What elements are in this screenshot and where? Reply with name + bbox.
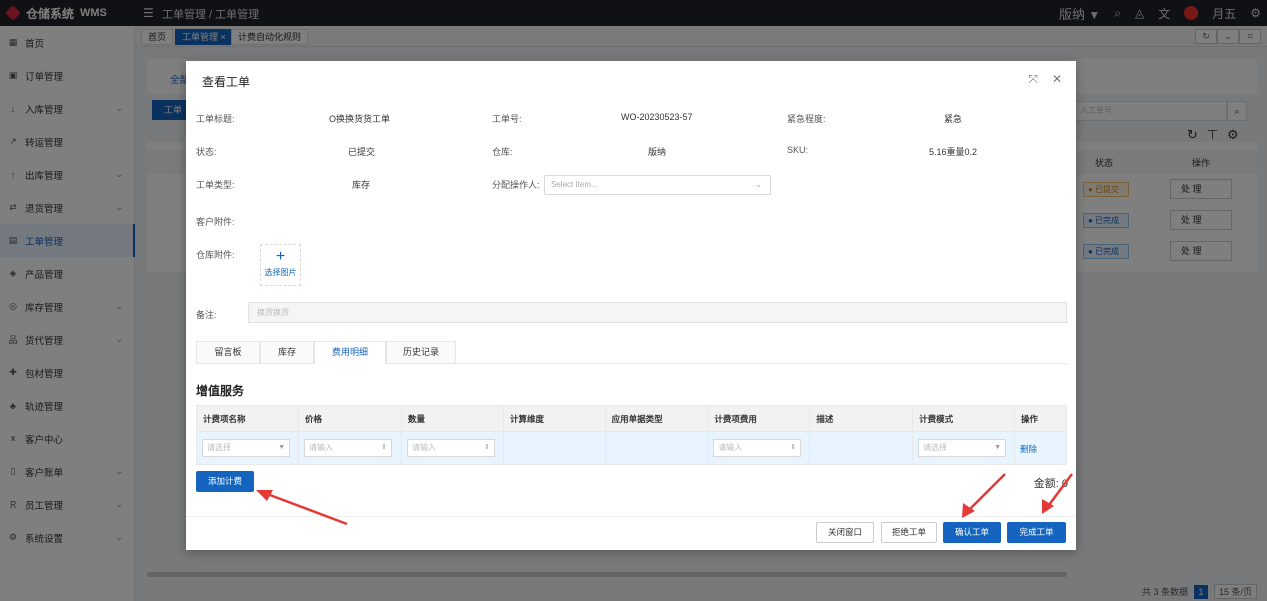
dimension-cell xyxy=(502,431,606,465)
amount-total: 金额: 0 xyxy=(1033,478,1068,490)
value-added-services-title: 增值服务 xyxy=(196,384,245,398)
fee-table-header-cell: 计费项名称 xyxy=(196,405,299,432)
delete-link[interactable]: 删除 xyxy=(1020,444,1037,454)
close-window-button[interactable]: 关闭窗口 xyxy=(816,522,874,543)
table-row: 请选择 ▼ 请输入 ⇕ 请输入 ⇕ 请输入 ⇕ 请选择 ▼ 删除 xyxy=(196,431,1067,465)
fee-table-header-cell: 描述 xyxy=(809,405,914,432)
urgency-value: 紧急 xyxy=(944,114,963,124)
modal-tools: ⤧ ✕ xyxy=(1028,72,1062,87)
complete-workorder-button[interactable]: 完成工单 xyxy=(1007,522,1066,543)
fee-table-header-cell: 操作 xyxy=(1014,405,1067,432)
type-value: 库存 xyxy=(352,180,371,190)
fee-amount-input[interactable]: 请输入 ⇕ xyxy=(713,439,802,457)
type-label: 工单类型: xyxy=(196,180,235,190)
quantity-placeholder: 请输入 xyxy=(411,443,436,452)
description-cell xyxy=(809,431,914,465)
fee-table-header-cell: 价格 xyxy=(297,405,402,432)
quantity-input[interactable]: 请输入 ⇕ xyxy=(406,439,495,457)
stepper-icon: ⇕ xyxy=(790,444,797,451)
image-uploader[interactable]: + 选择图片 xyxy=(260,244,301,286)
stepper-icon: ⇕ xyxy=(484,444,490,451)
remark-label: 备注: xyxy=(196,310,217,320)
billing-mode-select[interactable]: 请选择 ▼ xyxy=(918,439,1007,457)
warehouse-attachment-label: 仓库附件: xyxy=(196,250,235,260)
assignee-placeholder: Select Item... xyxy=(551,180,598,189)
maximize-icon[interactable]: ⤧ xyxy=(1028,72,1038,87)
price-input[interactable]: 请输入 ⇕ xyxy=(303,439,392,457)
warehouse-value: 版纳 xyxy=(648,147,667,157)
title-value: O换换货货工单 xyxy=(329,114,391,124)
caret-down-icon: ▼ xyxy=(994,444,1002,451)
fee-table-header-cell: 计算维度 xyxy=(502,405,606,432)
fee-table-header-cell: 应用单据类型 xyxy=(604,405,709,432)
billing-mode-placeholder: 请选择 xyxy=(923,443,948,452)
sku-label: SKU: xyxy=(787,145,809,155)
add-fee-button[interactable]: 添加计费 xyxy=(196,471,254,492)
tab-fee-details[interactable]: 费用明细 xyxy=(314,341,386,364)
caret-down-icon: ▼ xyxy=(278,444,285,451)
urgency-label: 紧急程度: xyxy=(787,114,826,124)
chevron-down-icon: ⌄ xyxy=(755,180,762,189)
modal-footer-divider xyxy=(186,516,1076,517)
remark-field[interactable]: 换货换货 xyxy=(248,302,1067,323)
status-label: 状态: xyxy=(196,147,217,157)
doc-type-cell xyxy=(604,431,709,465)
detail-tabs: 留言板 库存 费用明细 历史记录 xyxy=(196,341,1067,364)
fee-table-header-cell: 计费模式 xyxy=(912,405,1016,432)
plus-icon: + xyxy=(275,248,286,265)
tab-messages[interactable]: 留言板 xyxy=(196,341,260,364)
no-value: WO-20230523-57 xyxy=(621,112,693,122)
assign-label: 分配操作人: xyxy=(492,180,540,190)
upload-label: 选择图片 xyxy=(264,268,297,277)
close-icon[interactable]: ✕ xyxy=(1052,72,1062,87)
status-value: 已提交 xyxy=(348,147,376,157)
modal-title: 查看工单 xyxy=(202,75,251,89)
reject-workorder-button[interactable]: 拒绝工单 xyxy=(881,522,937,543)
tab-inventory[interactable]: 库存 xyxy=(260,341,314,364)
fee-table-header: 计费项名称 价格 数量 计算维度 应用单据类型 计费项费用 描述 计费模式 操作 xyxy=(196,405,1067,432)
fee-amount-placeholder: 请输入 xyxy=(718,443,743,452)
fee-table-header-cell: 计费项费用 xyxy=(707,405,811,432)
no-label: 工单号: xyxy=(492,114,522,124)
view-workorder-modal: 查看工单 ⤧ ✕ 工单标题: O换换货货工单 工单号: WO-20230523-… xyxy=(186,61,1076,550)
customer-attachment-label: 客户附件: xyxy=(196,217,235,227)
warehouse-label: 仓库: xyxy=(492,147,513,157)
fee-table-header-cell: 数量 xyxy=(400,405,504,432)
sku-value: 5.16重量0.2 xyxy=(929,147,978,157)
stepper-icon: ⇕ xyxy=(381,444,387,451)
price-placeholder: 请输入 xyxy=(308,443,333,452)
assignee-select[interactable]: Select Item... ⌄ xyxy=(544,175,771,195)
fee-table: 计费项名称 价格 数量 计算维度 应用单据类型 计费项费用 描述 计费模式 操作 请选择 ▼ 请输… xyxy=(196,405,1067,465)
fee-name-placeholder: 请选择 xyxy=(207,443,231,452)
tab-history[interactable]: 历史记录 xyxy=(386,341,456,364)
fee-name-select[interactable]: 请选择 ▼ xyxy=(202,439,290,457)
confirm-workorder-button[interactable]: 确认工单 xyxy=(943,522,1001,543)
title-label: 工单标题: xyxy=(196,114,235,124)
